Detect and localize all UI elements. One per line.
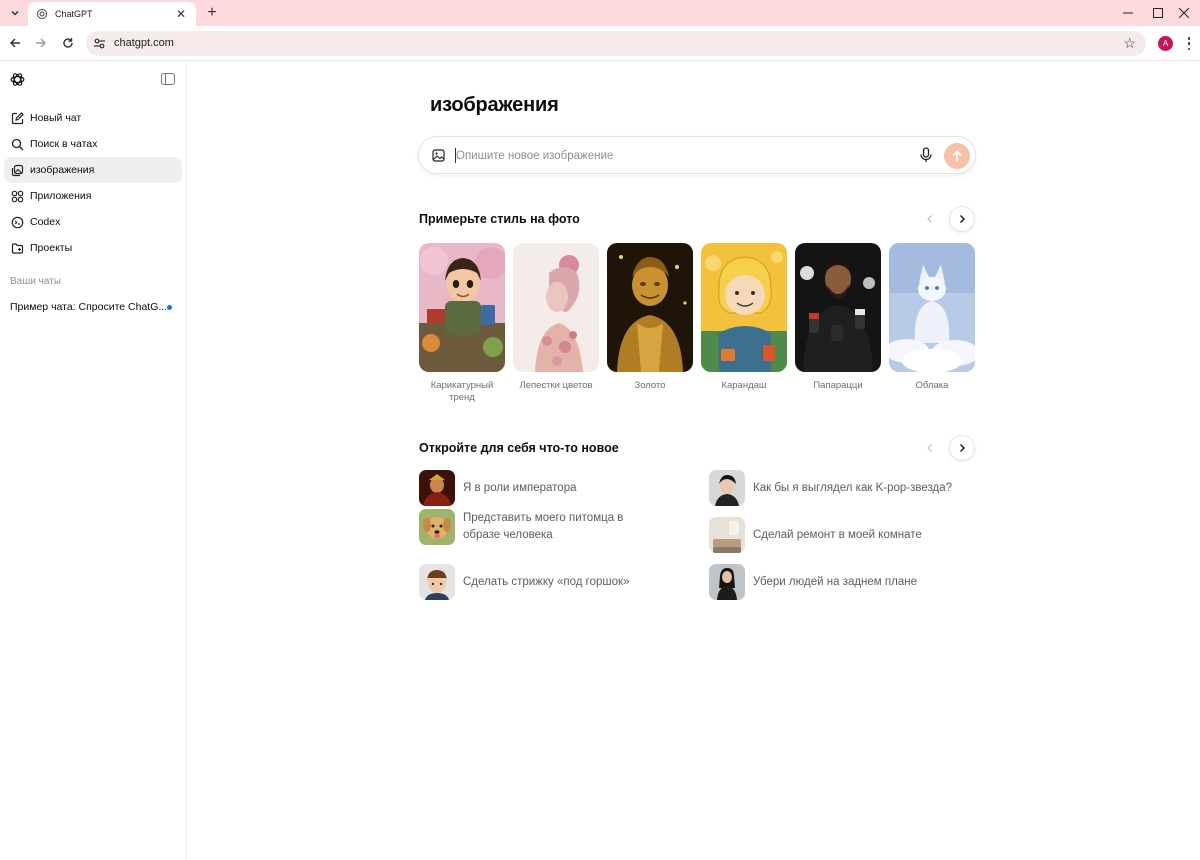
chevron-right-icon <box>959 443 966 453</box>
petals-style-thumbnail <box>513 243 599 372</box>
image-prompt-input[interactable] <box>456 146 896 165</box>
discover-item-label: Сделать стрижку «под горшок» <box>463 575 630 588</box>
chatgpt-favicon-icon <box>36 8 48 20</box>
style-card-label: Золото <box>634 380 666 391</box>
sidebar-item-projects[interactable]: Проекты <box>4 235 182 261</box>
chevron-left-icon <box>927 444 932 452</box>
microphone-icon[interactable] <box>919 147 933 163</box>
profile-avatar[interactable]: A <box>1158 36 1173 51</box>
bookmark-star-icon[interactable]: ☆ <box>1123 35 1136 51</box>
images-icon <box>11 164 24 177</box>
gold-style-thumbnail <box>607 243 693 372</box>
sidebar-item-label: Приложения <box>30 190 92 202</box>
sidebar-item-label: Поиск в чатах <box>30 138 98 150</box>
discover-item-label: Представить моего питомца в образе челов… <box>463 512 624 541</box>
unread-dot <box>167 305 172 310</box>
close-window-icon[interactable] <box>1166 0 1200 26</box>
browser-toolbar: chatgpt.com ☆ A <box>0 26 1200 61</box>
forward-arrow-icon[interactable] <box>31 33 51 53</box>
discover-item-remove-people[interactable]: Убери людей на заднем плане <box>709 564 917 600</box>
sidebar-item-label: изображения <box>30 164 95 176</box>
site-info-icon[interactable] <box>93 37 106 50</box>
sidebar-item-label: Codex <box>30 216 61 228</box>
paparazzi-style-thumbnail <box>795 243 881 372</box>
style-card-gold[interactable]: Золото <box>607 243 693 392</box>
add-image-icon[interactable] <box>432 149 445 162</box>
chevron-right-icon <box>959 214 966 224</box>
chat-title: Пример чата: Спросите ChatG... <box>10 301 168 313</box>
browser-menu-icon[interactable] <box>1185 35 1193 52</box>
send-button[interactable] <box>944 143 970 169</box>
room-thumbnail <box>709 517 745 553</box>
sidebar-toggle-icon[interactable] <box>161 73 175 85</box>
close-tab-icon[interactable]: ✕ <box>174 7 188 21</box>
new-tab-button[interactable]: + <box>202 3 222 23</box>
sidebar-item-new-chat[interactable]: Новый чат <box>4 105 182 131</box>
clouds-style-thumbnail <box>889 243 975 372</box>
style-card-petals[interactable]: Лепестки цветов <box>513 243 599 392</box>
url-text: chatgpt.com <box>114 37 174 49</box>
discover-item-label: Как бы я выглядел как K-pop-звезда? <box>753 481 953 494</box>
styles-section-title: Примерьте стиль на фото <box>419 212 580 226</box>
sidebar-item-label: Новый чат <box>30 112 82 124</box>
discover-next-button[interactable] <box>949 435 975 461</box>
sidebar-item-label: Проекты <box>30 242 73 254</box>
back-arrow-icon[interactable] <box>5 33 25 53</box>
sidebar-item-images[interactable]: изображения <box>4 157 182 183</box>
style-card-pencil[interactable]: Карандаш <box>701 243 787 392</box>
your-chats-heading: Ваши чаты <box>10 276 61 287</box>
folder-icon <box>11 242 24 255</box>
haircut-thumbnail <box>419 564 455 600</box>
sidebar-item-search[interactable]: Поиск в чатах <box>4 131 182 157</box>
discover-item-pet[interactable]: Представить моего питомца в образе челов… <box>419 509 679 545</box>
discover-item-label: Убери людей на заднем плане <box>753 575 917 588</box>
browser-tab-strip: ChatGPT ✕ + <box>0 0 1200 26</box>
image-prompt-box[interactable] <box>418 136 976 174</box>
discover-item-kpop[interactable]: Как бы я выглядел как K-pop-звезда? <box>709 470 952 506</box>
style-card-label: Папарацци <box>813 380 863 391</box>
discover-item-haircut[interactable]: Сделать стрижку «под горшок» <box>419 564 629 600</box>
style-card-label: Лепестки цветов <box>519 380 593 391</box>
discover-section-title: Откройте для себя что-то новое <box>419 441 619 455</box>
tab-title: ChatGPT <box>55 9 93 19</box>
search-icon <box>11 138 24 151</box>
pet-thumbnail <box>419 509 455 545</box>
style-card-label: Карикатурный тренд <box>430 380 494 403</box>
discover-prev-button[interactable] <box>917 435 943 461</box>
codex-icon <box>11 216 24 229</box>
openai-logo-icon[interactable] <box>9 71 26 88</box>
discover-item-label: Сделай ремонт в моей комнате <box>753 528 922 541</box>
discover-item-emperor[interactable]: Я в роли императора <box>419 470 577 506</box>
browser-tab-chatgpt[interactable]: ChatGPT ✕ <box>28 2 196 26</box>
sidebar: Новый чат Поиск в чатах изображения Прил… <box>0 62 187 860</box>
pencil-style-thumbnail <box>701 243 787 372</box>
sidebar-chat-item[interactable]: Пример чата: Спросите ChatG... <box>4 294 182 320</box>
kpop-thumbnail <box>709 470 745 506</box>
discover-item-room[interactable]: Сделай ремонт в моей комнате <box>709 517 922 553</box>
styles-prev-button[interactable] <box>917 206 943 232</box>
styles-next-button[interactable] <box>949 206 975 232</box>
remove-people-thumbnail <box>709 564 745 600</box>
chevron-left-icon <box>927 215 932 223</box>
page-title: изображения <box>430 94 559 116</box>
sidebar-item-apps[interactable]: Приложения <box>4 183 182 209</box>
reload-icon[interactable] <box>58 33 78 53</box>
style-card-paparazzi[interactable]: Папарацци <box>795 243 881 392</box>
address-bar[interactable]: chatgpt.com ☆ <box>86 31 1146 56</box>
new-chat-icon <box>11 111 24 125</box>
sidebar-item-codex[interactable]: Codex <box>4 209 182 235</box>
tab-search-chevron-icon[interactable] <box>6 4 24 22</box>
discover-item-label: Я в роли императора <box>463 481 577 494</box>
emperor-thumbnail <box>419 470 455 506</box>
style-card-label: Облака <box>915 380 949 391</box>
style-card-label: Карандаш <box>721 380 767 391</box>
apps-icon <box>11 190 24 203</box>
arrow-up-icon <box>952 150 962 161</box>
cartoon-style-thumbnail <box>419 243 505 372</box>
style-card-clouds[interactable]: Облака <box>889 243 975 392</box>
style-card-cartoon[interactable]: Карикатурный тренд <box>419 243 505 404</box>
